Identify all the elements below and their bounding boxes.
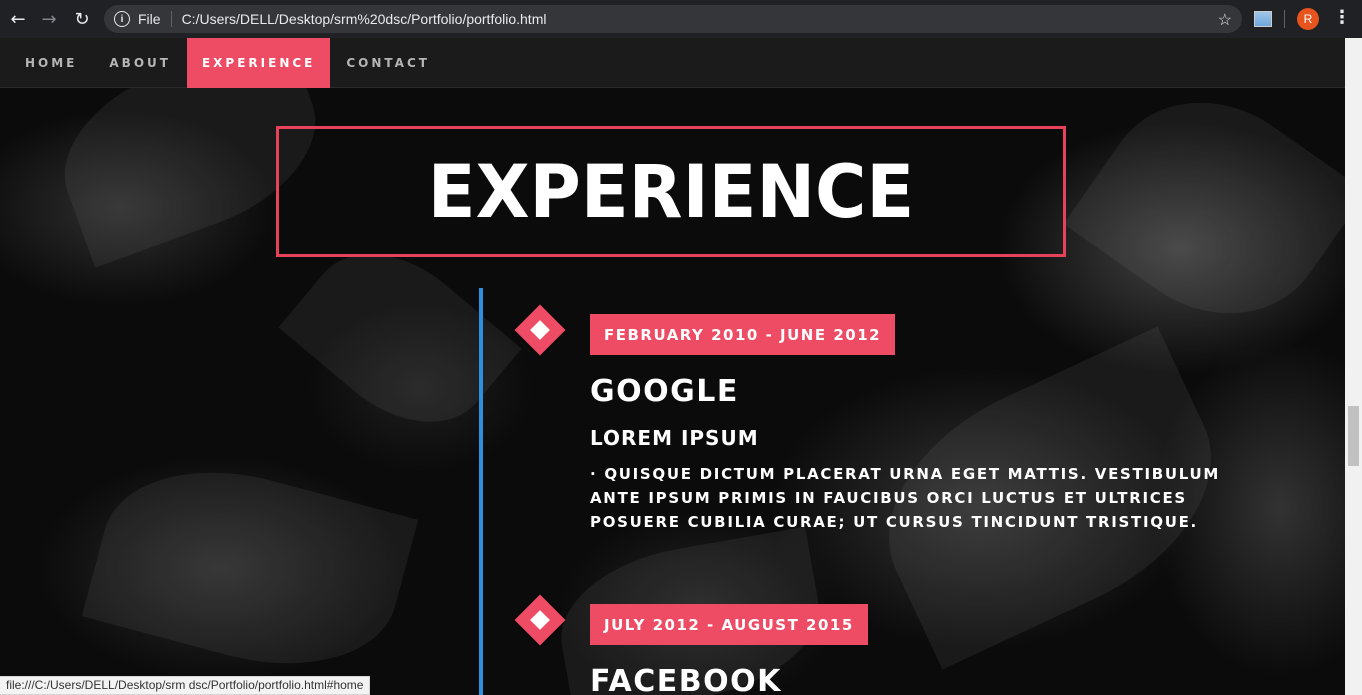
bookmark-star-icon[interactable]: ☆ [1218, 10, 1232, 30]
nav-contact[interactable]: CONTACT [330, 38, 446, 88]
page-scrollbar[interactable] [1345, 38, 1362, 695]
address-bar[interactable]: i File C:/Users/DELL/Desktop/srm%20dsc/P… [104, 5, 1242, 33]
date-badge: JULY 2012 - AUGUST 2015 [590, 604, 868, 645]
protocol-label: File [138, 11, 161, 27]
scrollbar-thumb[interactable] [1348, 406, 1359, 466]
section-title: EXPERIENCE [427, 148, 915, 235]
toolbar-divider [1284, 10, 1285, 28]
url-text[interactable]: C:/Users/DELL/Desktop/srm%20dsc/Portfoli… [182, 11, 547, 27]
reload-icon[interactable]: ↻ [67, 4, 97, 34]
extension-icon[interactable] [1254, 11, 1272, 27]
status-bar-url: file:///C:/Users/DELL/Desktop/srm dsc/Po… [0, 676, 371, 695]
experience-section: EXPERIENCE FEBRUARY 2010 - JUNE 2012 GOO… [0, 88, 1345, 695]
site-nav: HOME ABOUT EXPERIENCE CONTACT [0, 38, 1345, 88]
back-arrow-icon[interactable]: ← [3, 4, 33, 34]
profile-avatar[interactable]: R [1297, 8, 1319, 30]
nav-about[interactable]: ABOUT [93, 38, 187, 88]
company-name: GOOGLE [590, 374, 739, 409]
job-role: LOREM IPSUM [590, 426, 759, 450]
forward-arrow-icon[interactable]: → [34, 4, 64, 34]
address-separator [170, 11, 172, 27]
browser-toolbar: ← → ↻ i File C:/Users/DELL/Desktop/srm%2… [0, 0, 1362, 38]
company-name: FACEBOOK [590, 664, 782, 695]
background-leaf [1063, 88, 1345, 356]
nav-home[interactable]: HOME [0, 38, 93, 88]
timeline-line [479, 288, 483, 695]
date-badge: FEBRUARY 2010 - JUNE 2012 [590, 314, 896, 355]
timeline-marker-icon [514, 304, 566, 356]
section-title-box: EXPERIENCE [276, 126, 1066, 257]
info-icon[interactable]: i [114, 11, 130, 27]
timeline-marker-icon [514, 594, 566, 646]
nav-experience[interactable]: EXPERIENCE [186, 38, 331, 88]
background-leaf [81, 442, 419, 694]
job-description: · QUISQUE DICTUM PLACERAT URNA EGET MATT… [590, 465, 1220, 531]
kebab-menu-icon[interactable]: ⋮ [1333, 8, 1351, 28]
